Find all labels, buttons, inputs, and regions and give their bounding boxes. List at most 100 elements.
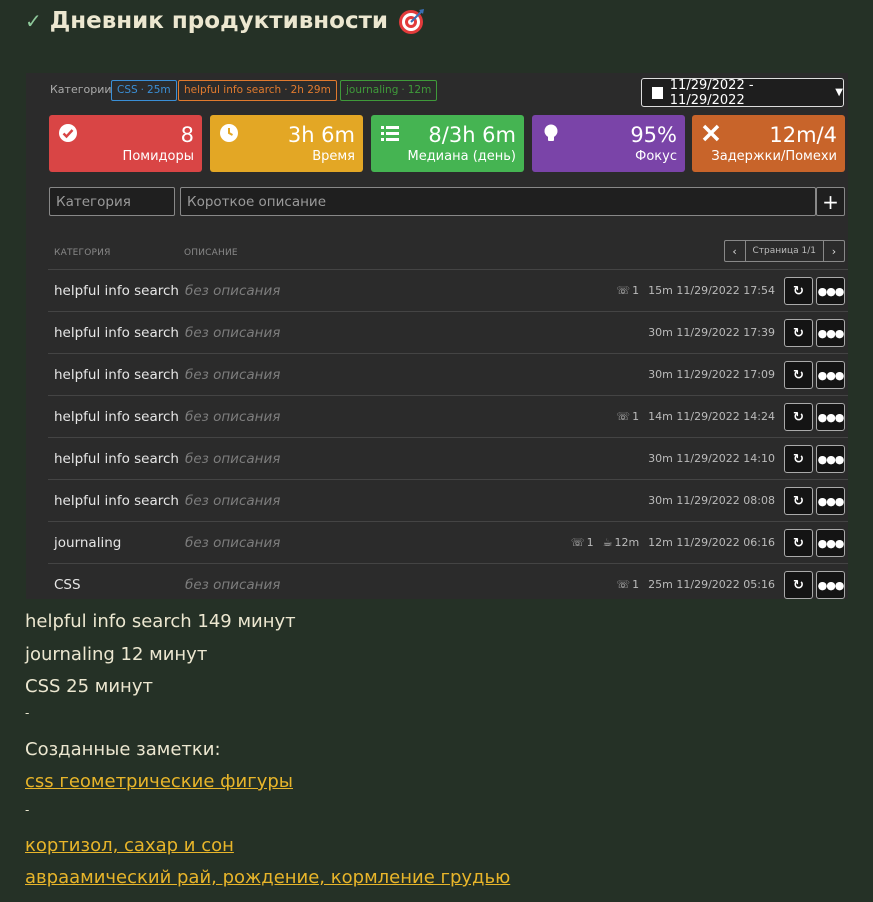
entry-category: journaling <box>54 535 122 551</box>
entry-category: helpful info search <box>54 451 179 467</box>
restart-button[interactable]: ↻ <box>784 445 813 473</box>
stat-label: Помидоры <box>122 149 194 164</box>
prev-page-button[interactable]: ‹ <box>725 241 745 261</box>
stat-value: 8 <box>180 123 194 147</box>
entry-meta: 30m 11/29/2022 17:09 <box>648 368 775 381</box>
clock-icon <box>220 124 238 142</box>
table-row: helpful info search без описания 30m 11/29… <box>48 479 848 521</box>
entry-datetime: 11/29/2022 05:16 <box>676 578 775 591</box>
description-input[interactable] <box>180 187 816 216</box>
table-row: helpful info search без описания 30m 11/29… <box>48 311 848 353</box>
category-input[interactable] <box>49 187 175 216</box>
chevron-down-icon: ▼ <box>835 87 843 98</box>
refresh-icon: ↻ <box>793 409 804 425</box>
page-header: ✓ Дневник продуктивности <box>25 4 425 38</box>
table-row: helpful info search без описания ☏ 1 14m 11/… <box>48 395 848 437</box>
ellipsis-icon: ●●● <box>817 452 845 466</box>
more-options-button[interactable]: ●●● <box>816 571 845 599</box>
entry-category: helpful info search <box>54 409 179 425</box>
entry-duration: 25m <box>648 578 673 591</box>
entry-description: без описания <box>185 367 281 383</box>
note-link[interactable]: css геометрические фигуры <box>25 771 293 792</box>
category-tag-journaling[interactable]: journaling · 12m <box>340 80 438 101</box>
check-circle-icon <box>59 124 77 142</box>
next-page-button[interactable]: › <box>824 241 844 261</box>
refresh-icon: ↻ <box>793 283 804 299</box>
date-range-picker[interactable]: 11/29/2022 - 11/29/2022 ▼ <box>641 78 844 108</box>
phone-icon: ☏ <box>570 536 585 549</box>
separator: - <box>25 706 30 720</box>
add-entry-button[interactable]: + <box>816 187 845 216</box>
entry-description: без описания <box>185 283 281 299</box>
entry-duration: 30m <box>648 494 673 507</box>
refresh-icon: ↻ <box>793 535 804 551</box>
restart-button[interactable]: ↻ <box>784 319 813 347</box>
entry-duration: 30m <box>648 326 673 339</box>
entry-category: helpful info search <box>54 367 179 383</box>
entry-duration: 30m <box>648 368 673 381</box>
table-row: CSS без описания ☏ 1 25m 11/29/2022 05:16 ↻ ●●… <box>48 563 848 605</box>
entry-datetime: 11/29/2022 08:08 <box>676 494 775 507</box>
table-row: helpful info search без описания 30m 11/29… <box>48 437 848 479</box>
restart-button[interactable]: ↻ <box>784 403 813 431</box>
column-header-description: ОПИСАНИЕ <box>184 248 238 258</box>
target-emoji-icon <box>398 8 425 35</box>
category-tag-css[interactable]: CSS · 25m <box>111 80 177 101</box>
entry-meta: ☏ 1 ☕ 12m 12m 11/29/2022 06:16 <box>571 536 775 549</box>
stat-value: 3h 6m <box>287 123 355 147</box>
stat-label: Медиана (день) <box>407 149 516 164</box>
entry-category: CSS <box>54 577 81 593</box>
calls-count: 1 <box>632 410 640 423</box>
ellipsis-icon: ●●● <box>817 536 845 550</box>
more-options-button[interactable]: ●●● <box>816 277 845 305</box>
phone-icon: ☏ <box>616 578 631 591</box>
productivity-panel: Категории CSS · 25m helpful info search · 2h… <box>26 73 848 599</box>
note-link[interactable]: кортизол, сахар и сон <box>25 835 234 856</box>
more-options-button[interactable]: ●●● <box>816 487 845 515</box>
more-options-button[interactable]: ●●● <box>816 529 845 557</box>
ellipsis-icon: ●●● <box>817 326 845 340</box>
entry-meta: 30m 11/29/2022 17:39 <box>648 326 775 339</box>
more-options-button[interactable]: ●●● <box>816 361 845 389</box>
ellipsis-icon: ●●● <box>817 578 845 592</box>
table-row: helpful info search без описания ☏ 1 15m 11/… <box>48 269 848 311</box>
entry-meta: 30m 11/29/2022 14:10 <box>648 452 775 465</box>
summary-line: journaling 12 минут <box>25 644 208 665</box>
more-options-button[interactable]: ●●● <box>816 403 845 431</box>
page-indicator: Страница 1/1 <box>744 241 824 261</box>
calendar-icon <box>652 86 663 99</box>
ellipsis-icon: ●●● <box>817 284 845 298</box>
restart-button[interactable]: ↻ <box>784 361 813 389</box>
entry-datetime: 11/29/2022 17:39 <box>676 326 775 339</box>
restart-button[interactable]: ↻ <box>784 277 813 305</box>
more-options-button[interactable]: ●●● <box>816 319 845 347</box>
stat-median: 8/3h 6m Медиана (день) <box>371 115 524 172</box>
stat-label: Задержки/Помехи <box>711 149 837 164</box>
checkmark-icon: ✓ <box>25 9 42 33</box>
table-row: journaling без описания ☏ 1 ☕ 12m 12m 11/29/20… <box>48 521 848 563</box>
list-icon <box>381 126 399 141</box>
restart-button[interactable]: ↻ <box>784 487 813 515</box>
entry-datetime: 11/29/2022 14:24 <box>676 410 775 423</box>
refresh-icon: ↻ <box>793 493 804 509</box>
refresh-icon: ↻ <box>793 325 804 341</box>
table-row: helpful info search без описания 30m 11/29… <box>48 353 848 395</box>
page-title: Дневник продуктивности <box>49 8 389 34</box>
restart-button[interactable]: ↻ <box>784 571 813 599</box>
note-link[interactable]: авраамический рай, рождение, кормление г… <box>25 867 510 888</box>
refresh-icon: ↻ <box>793 367 804 383</box>
category-tag-helpful-info-search[interactable]: helpful info search · 2h 29m <box>178 80 337 101</box>
stat-pomodoros: 8 Помидоры <box>49 115 202 172</box>
column-header-category: КАТЕГОРИЯ <box>54 248 111 258</box>
entry-description: без описания <box>185 493 281 509</box>
entry-category: helpful info search <box>54 283 179 299</box>
calls-count: 1 <box>632 284 640 297</box>
entry-description: без описания <box>185 409 281 425</box>
more-options-button[interactable]: ●●● <box>816 445 845 473</box>
categories-label: Категории <box>50 83 112 96</box>
restart-button[interactable]: ↻ <box>784 529 813 557</box>
phone-icon: ☏ <box>616 284 631 297</box>
ellipsis-icon: ●●● <box>817 410 845 424</box>
stat-label: Фокус <box>635 149 677 164</box>
entry-duration: 30m <box>648 452 673 465</box>
